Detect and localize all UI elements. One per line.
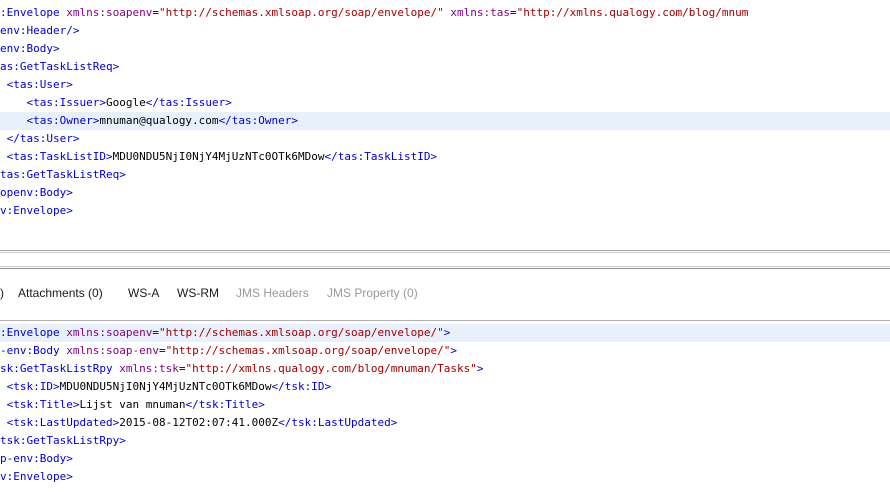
xml-token: -env:Body: [0, 344, 60, 357]
xml-token: :Envelope: [0, 326, 60, 339]
xml-token: env:Body>: [0, 42, 60, 55]
xml-token: Google: [105, 96, 146, 109]
xml-token: xmlns:tsk: [119, 362, 179, 375]
xml-token: "http://schemas.xmlsoap.org/soap/envelop…: [165, 344, 451, 357]
tab-attachments[interactable]: Attachments (0): [18, 278, 103, 308]
response-line-9: v:Envelope>: [0, 468, 73, 486]
xml-token: <tas:User>: [0, 78, 73, 91]
pane-splitter[interactable]: ) Attachments (0) WS-A WS-RM JMS Headers…: [0, 250, 890, 322]
response-line-2: -env:Body xmlns:soap-env="http://schemas…: [0, 342, 457, 360]
xml-token: >: [450, 344, 457, 357]
xml-token: openv:Body>: [0, 186, 73, 199]
xml-token: :Envelope: [0, 6, 60, 19]
xml-token: 2015-08-12T02:07:41.000Z: [119, 416, 279, 429]
xml-token: >: [443, 326, 451, 339]
xml-token: </tas:Issuer>: [145, 96, 232, 109]
xml-token: <tas:Issuer>: [0, 96, 106, 109]
response-line-3: sk:GetTaskListRpy xmlns:tsk="http://xmln…: [0, 360, 483, 378]
xml-token: xmlns:soapenv: [66, 326, 153, 339]
tab-ws-a[interactable]: WS-A: [128, 278, 159, 308]
xml-token: v:Envelope>: [0, 470, 73, 483]
request-line-9: <tas:TaskListID>MDU0NDU5NjI0NjY4MjUzNTc0…: [0, 148, 438, 166]
response-xml-editor[interactable]: :Envelope xmlns:soapenv="http://schemas.…: [0, 322, 890, 500]
xml-token: as:GetTaskListReq>: [0, 60, 120, 73]
request-line-2: env:Header/>: [0, 22, 79, 40]
xml-token: </tsk:ID>: [271, 380, 332, 393]
response-line-6: <tsk:LastUpdated>2015-08-12T02:07:41.000…: [0, 414, 398, 432]
request-line-4: as:GetTaskListReq>: [0, 58, 119, 76]
xml-token: <tas:TaskListID>: [0, 150, 113, 163]
splitter-edge: [0, 252, 890, 253]
response-line-4: <tsk:ID>MDU0NDU5NjI0NjY4MjUzNTc0OTk6MDow…: [0, 378, 332, 396]
xml-token: =: [152, 326, 159, 339]
response-line-1-current: :Envelope xmlns:soapenv="http://schemas.…: [0, 324, 890, 342]
splitter-edge: [0, 268, 890, 269]
request-tab-bar: ) Attachments (0) WS-A WS-RM JMS Headers…: [0, 278, 890, 308]
xml-token: "http://xmlns.qualogy.com/blog/mnum: [516, 6, 749, 19]
xml-token: MDU0NDU5NjI0NjY4MjUzNTc0OTk6MDow: [59, 380, 272, 393]
tab-jms-property: JMS Property (0): [327, 286, 418, 300]
xml-token: =: [152, 6, 159, 19]
xml-token: "http://xmlns.qualogy.com/blog/mnuman/Ta…: [185, 362, 477, 375]
request-line-6: <tas:Issuer>Google</tas:Issuer>: [0, 94, 232, 112]
xml-token: xmlns:soap-env: [66, 344, 159, 357]
xml-token: sk:GetTaskListRpy: [0, 362, 113, 375]
tab-bar-border: [0, 320, 890, 321]
xml-token: <tsk:ID>: [0, 380, 60, 393]
request-line-8: </tas:User>: [0, 130, 80, 148]
xml-token: "http://schemas.xmlsoap.org/soap/envelop…: [158, 326, 444, 339]
xml-token: env:Header/>: [0, 24, 80, 37]
request-line-12: v:Envelope>: [0, 202, 73, 220]
tab-jms-headers: JMS Headers: [236, 286, 309, 300]
xml-token: tsk:GetTaskListRpy>: [0, 434, 126, 447]
request-line-5: <tas:User>: [0, 76, 73, 94]
xml-token: "http://schemas.xmlsoap.org/soap/envelop…: [158, 6, 444, 19]
splitter-edge: [0, 250, 890, 251]
response-line-7: tsk:GetTaskListRpy>: [0, 432, 126, 450]
xml-token: </tas:Owner>: [218, 114, 299, 127]
splitter-edge: [0, 266, 890, 267]
xml-token: p-env:Body>: [0, 452, 73, 465]
xml-token: tas:GetTaskListReq>: [0, 168, 126, 181]
request-line-10: tas:GetTaskListReq>: [0, 166, 126, 184]
tab-ws-rm[interactable]: WS-RM: [177, 278, 219, 308]
xml-token: v:Envelope>: [0, 204, 73, 217]
xml-token: xmlns:tas: [450, 6, 510, 19]
request-xml-editor[interactable]: :Envelope xmlns:soapenv="http://schemas.…: [0, 0, 890, 250]
xml-token: =: [158, 344, 166, 357]
response-line-8: p-env:Body>: [0, 450, 73, 468]
request-line-1: :Envelope xmlns:soapenv="http://schemas.…: [0, 4, 748, 22]
xml-token: <tsk:Title>: [0, 398, 80, 411]
xml-token: MDU0NDU5NjI0NjY4MjUzNTc0OTk6MDow: [112, 150, 325, 163]
tab-truncated[interactable]: ): [0, 278, 4, 308]
xml-token: =: [509, 6, 517, 19]
response-line-5: <tsk:Title>Lijst van mnuman</tsk:Title>: [0, 396, 265, 414]
xml-token: <tas:Owner>: [0, 114, 100, 127]
xml-token: <tsk:LastUpdated>: [0, 416, 120, 429]
xml-token: </tas:TaskListID>: [324, 150, 438, 163]
xml-token: Lijst van mnuman: [79, 398, 186, 411]
xml-token: </tsk:Title>: [185, 398, 265, 411]
request-line-11: openv:Body>: [0, 184, 73, 202]
request-line-3: env:Body>: [0, 40, 60, 58]
xml-token: mnuman@qualogy.com: [99, 114, 219, 127]
xml-token: xmlns:soapenv: [66, 6, 153, 19]
xml-token: >: [476, 362, 484, 375]
xml-token: </tas:User>: [0, 132, 80, 145]
xml-token: </tsk:LastUpdated>: [278, 416, 398, 429]
request-line-7-current: <tas:Owner>mnuman@qualogy.com</tas:Owner…: [0, 112, 890, 130]
